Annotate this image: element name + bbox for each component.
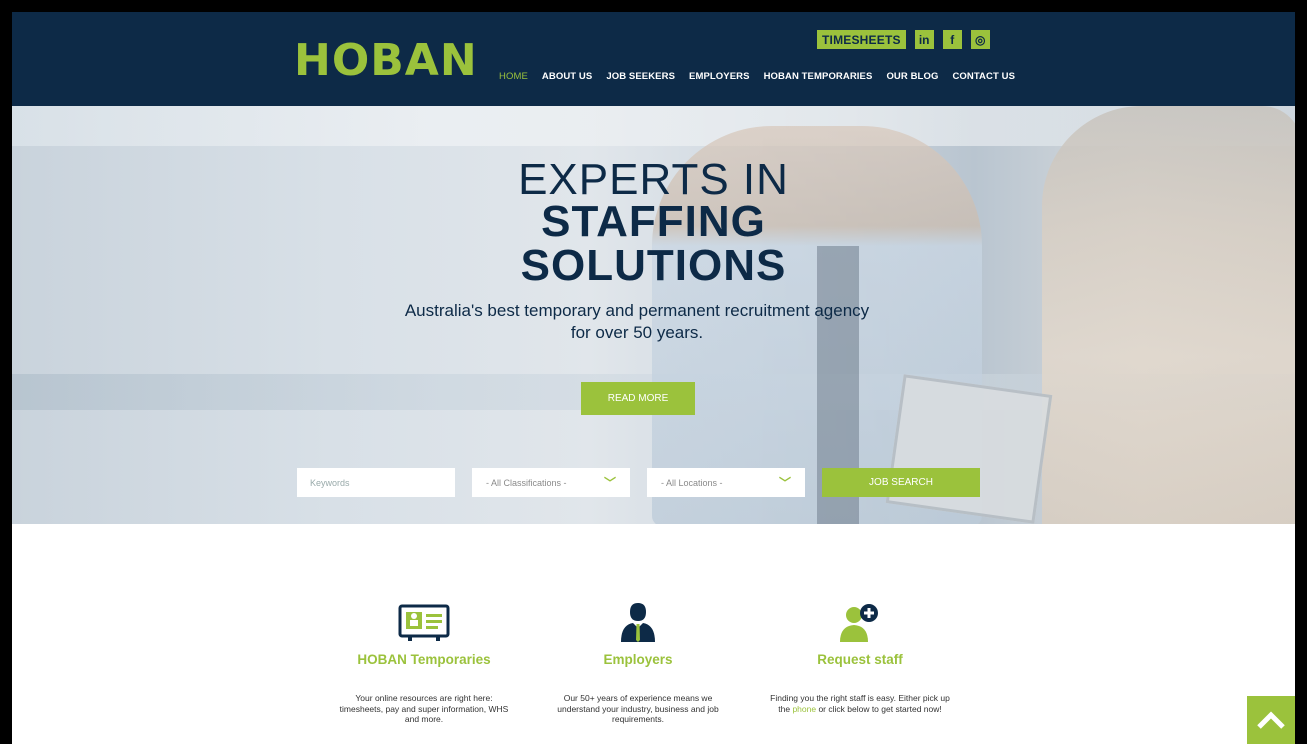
- hero-photo-tablet: [885, 374, 1053, 524]
- chevron-down-icon: ﹀: [603, 476, 616, 490]
- job-search-button[interactable]: JOB SEARCH: [822, 468, 980, 497]
- hero-banner: EXPERTS IN STAFFING SOLUTIONS Australia'…: [12, 106, 1295, 524]
- feature-title[interactable]: Employers: [548, 652, 728, 667]
- feature-hoban-temporaries: HOBAN Temporaries Your online resources …: [334, 602, 514, 725]
- linkedin-icon[interactable]: in: [914, 30, 934, 49]
- instagram-icon[interactable]: ◎: [970, 30, 990, 49]
- feature-description-text: or click below to get started now!: [816, 703, 942, 714]
- site-header: HOBAN TIMESHEETS in f ◎ HOME ABOUT US JO…: [12, 12, 1295, 106]
- nav-hoban-temporaries[interactable]: HOBAN TEMPORARIES: [764, 71, 873, 82]
- browser-viewport: HOBAN TIMESHEETS in f ◎ HOME ABOUT US JO…: [12, 12, 1295, 744]
- timesheets-button[interactable]: TIMESHEETS: [817, 30, 906, 49]
- feature-description: Finding you the right staff is easy. Eit…: [770, 693, 950, 714]
- add-user-icon[interactable]: [770, 602, 950, 642]
- read-more-button[interactable]: READ MORE: [581, 382, 695, 415]
- feature-title[interactable]: Request staff: [770, 652, 950, 667]
- nav-about-us[interactable]: ABOUT US: [542, 71, 592, 82]
- hoban-logo[interactable]: HOBAN: [294, 36, 478, 86]
- classifications-select[interactable]: - All Classifications - ﹀: [472, 468, 630, 497]
- feature-description: Your online resources are right here: ti…: [339, 693, 509, 724]
- nav-our-blog[interactable]: OUR BLOG: [886, 71, 938, 82]
- nav-employers[interactable]: EMPLOYERS: [689, 71, 750, 82]
- hero-heading-line3: SOLUTIONS: [520, 241, 787, 290]
- main-nav: HOME ABOUT US JOB SEEKERS EMPLOYERS HOBA…: [499, 71, 1015, 82]
- nav-contact-us[interactable]: CONTACT US: [952, 71, 1015, 82]
- hero-subtitle: Australia's best temporary and permanent…: [404, 301, 870, 342]
- nav-job-seekers[interactable]: JOB SEEKERS: [606, 71, 675, 82]
- scroll-to-top-button[interactable]: [1247, 696, 1295, 744]
- locations-select[interactable]: - All Locations - ﹀: [647, 468, 805, 497]
- keywords-input[interactable]: [297, 468, 455, 497]
- classifications-select-value: - All Classifications -: [486, 477, 567, 488]
- phone-link[interactable]: phone: [792, 704, 816, 714]
- feature-title[interactable]: HOBAN Temporaries: [334, 652, 514, 667]
- hero-heading-line2: STAFFING: [541, 197, 766, 246]
- id-card-icon[interactable]: [334, 602, 514, 642]
- feature-description: Our 50+ years of experience means we und…: [557, 693, 719, 724]
- nav-home[interactable]: HOME: [499, 71, 528, 82]
- locations-select-value: - All Locations -: [661, 477, 723, 488]
- facebook-icon[interactable]: f: [942, 30, 962, 49]
- feature-employers: Employers Our 50+ years of experience me…: [548, 602, 728, 725]
- chevron-up-icon: [1257, 711, 1285, 729]
- job-search-bar: - All Classifications - ﹀ - All Location…: [297, 468, 980, 497]
- header-topbar: TIMESHEETS in f ◎: [817, 30, 990, 49]
- feature-request-staff: Request staff Finding you the right staf…: [770, 602, 950, 714]
- businessman-icon[interactable]: [548, 602, 728, 642]
- chevron-down-icon: ﹀: [778, 476, 791, 490]
